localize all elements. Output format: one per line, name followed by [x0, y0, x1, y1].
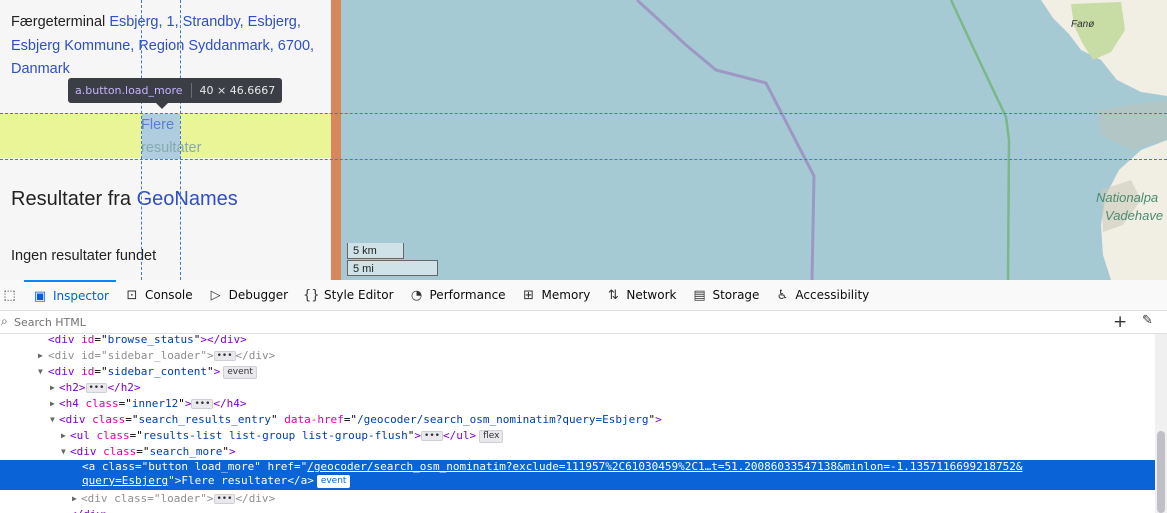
event-badge[interactable]: event	[316, 475, 351, 488]
search-result-item: Færgeterminal Esbjerg, 1, Strandby, Esbj…	[11, 11, 321, 82]
collapse-arrow-icon[interactable]: ▼	[38, 364, 43, 380]
tab-label: Style Editor	[324, 288, 394, 302]
tab-memory[interactable]: ⊞ Memory	[513, 280, 598, 310]
map-canvas: Fanø Nationalpa Vadehave	[635, 0, 1167, 280]
add-node-icon[interactable]: +	[1113, 311, 1127, 333]
tab-inspector[interactable]: ▣ Inspector	[24, 280, 116, 310]
infobar-separator	[190, 83, 192, 98]
search-sidebar: Færgeterminal Esbjerg, 1, Strandby, Esbj…	[0, 0, 331, 280]
debugger-icon: ▷	[210, 287, 221, 303]
selected-tree-node[interactable]: <a class="button load_more" href="/geoco…	[0, 460, 1155, 490]
maritime-boundary	[635, 0, 816, 280]
highlighter-guide-right	[180, 0, 181, 280]
expand-arrow-icon[interactable]: ▶	[50, 396, 55, 412]
tree-node[interactable]: ▶ <h2> ••• </h2>	[0, 380, 1155, 396]
tree-node[interactable]: ▼ <div class="search_more">	[0, 444, 1155, 460]
tree-node[interactable]: <div id="browse_status"></div>	[0, 334, 1155, 348]
markup-tree: <div id="browse_status"></div> ▶ <div id…	[0, 334, 1155, 513]
devtools-panel: ⬚ ▣ Inspector ⊡ Console ▷ Debugger {} Style …	[0, 280, 1167, 513]
tree-node[interactable]: ▶ <div class="loader"> ••• </div>	[0, 491, 1155, 507]
accessibility-icon: ♿	[776, 287, 789, 303]
tree-node[interactable]: ▶ <h4 class="inner12"> ••• </h4>	[0, 396, 1155, 412]
highlighter-guide-bottom	[0, 159, 1167, 160]
tab-label: Network	[626, 288, 677, 302]
element-picker-button[interactable]: ⬚	[0, 280, 24, 310]
infobar-dimensions: 40 × 46.6667	[199, 84, 276, 97]
ellipsis-icon: •••	[213, 351, 236, 361]
tab-label: Accessibility	[795, 288, 870, 302]
highlighter-infobar: a.button.load_more 40 × 46.6667	[68, 78, 283, 103]
tab-network[interactable]: ⇅ Network	[597, 280, 683, 310]
geonames-link[interactable]: GeoNames	[137, 188, 238, 210]
console-icon: ⊡	[126, 287, 138, 303]
html-search-bar: ⌕ + ✎	[0, 311, 1167, 334]
tab-console[interactable]: ⊡ Console	[116, 280, 200, 310]
fano-label: Fanø	[1071, 19, 1094, 30]
picker-icon: ⬚	[3, 287, 16, 303]
scale-km: 5 km	[347, 243, 404, 259]
tree-node[interactable]: ▼ <div id="sidebar_content"> event	[0, 364, 1155, 380]
eyedropper-icon[interactable]: ✎	[1142, 313, 1153, 328]
tab-accessibility[interactable]: ♿ Accessibility	[766, 280, 876, 310]
ellipsis-icon: •••	[213, 494, 236, 504]
markup-scrollbar[interactable]	[1155, 334, 1167, 513]
tree-node[interactable]: ▼ <div class="search_results_entry" data…	[0, 412, 1155, 428]
event-badge[interactable]: event	[223, 366, 257, 379]
ellipsis-icon: •••	[421, 431, 443, 441]
tree-node[interactable]: </div>	[0, 507, 1155, 513]
tab-label: Console	[144, 288, 193, 302]
tab-label: Storage	[712, 288, 760, 302]
tab-debugger[interactable]: ▷ Debugger	[200, 280, 295, 310]
nature-boundary	[949, 0, 1011, 280]
href-link[interactable]: /geocoder/search_osm_nominatim?exclude=1…	[307, 460, 1022, 473]
tab-performance[interactable]: ◔ Performance	[401, 280, 513, 310]
tree-node[interactable]: ▶ <div id="sidebar_loader"> ••• </div>	[0, 348, 1155, 364]
infobar-selector: a.button.load_more	[75, 84, 183, 97]
flex-badge[interactable]: flex	[479, 430, 504, 443]
infobar-arrow	[156, 103, 168, 109]
expand-arrow-icon[interactable]: ▶	[72, 491, 77, 507]
sandbank	[1096, 100, 1167, 150]
sidebar-resize-handle[interactable]	[331, 0, 341, 280]
collapse-arrow-icon[interactable]: ▼	[61, 444, 66, 460]
tab-label: Memory	[541, 288, 591, 302]
performance-icon: ◔	[410, 287, 423, 303]
load-more-button[interactable]: Flere resultater	[141, 114, 201, 160]
scale-mi: 5 mi	[347, 260, 438, 276]
load-more-label-2: resultater	[141, 140, 202, 156]
load-more-label-1: Flere	[141, 117, 175, 133]
search-icon: ⌕	[1, 314, 8, 328]
highlighter-guide-top	[0, 113, 1167, 114]
expand-arrow-icon[interactable]: ▶	[61, 428, 66, 444]
storage-icon: ▤	[693, 287, 706, 303]
tree-node[interactable]: ▶ <ul class="results-list list-group lis…	[0, 428, 1155, 444]
geonames-heading: Resultater fra GeoNames	[11, 188, 238, 211]
tab-storage[interactable]: ▤ Storage	[683, 280, 766, 310]
collapse-arrow-icon[interactable]: ▼	[50, 412, 55, 428]
highlighter-guide-left	[141, 0, 142, 280]
inspector-icon: ▣	[33, 288, 47, 304]
tab-label: Inspector	[53, 289, 109, 303]
ellipsis-icon: •••	[85, 383, 108, 393]
tab-label: Performance	[429, 288, 506, 302]
search-html-input[interactable]	[14, 313, 914, 331]
map-view[interactable]: Fanø Nationalpa Vadehave	[341, 0, 1167, 280]
no-results-text: Ingen resultater fundet	[11, 248, 157, 264]
tab-style-editor[interactable]: {} Style Editor	[295, 280, 400, 310]
memory-icon: ⊞	[523, 287, 534, 303]
nationalpark-label-2: Vadehave	[1105, 208, 1163, 223]
nationalpark-label-1: Nationalpa	[1096, 190, 1158, 205]
style-editor-icon: {}	[303, 287, 320, 303]
href-link-continued[interactable]: query=Esbjerg	[82, 474, 168, 487]
ellipsis-icon: •••	[191, 399, 214, 409]
geonames-heading-prefix: Resultater fra	[11, 188, 137, 210]
expand-arrow-icon[interactable]: ▶	[50, 380, 55, 396]
devtools-toolbar: ⬚ ▣ Inspector ⊡ Console ▷ Debugger {} Style …	[0, 280, 1167, 311]
network-icon: ⇅	[607, 287, 619, 303]
result-type-label: Færgeterminal	[11, 14, 110, 30]
scrollbar-thumb[interactable]	[1157, 431, 1165, 513]
expand-arrow-icon[interactable]: ▶	[38, 348, 43, 364]
tab-label: Debugger	[228, 288, 289, 302]
